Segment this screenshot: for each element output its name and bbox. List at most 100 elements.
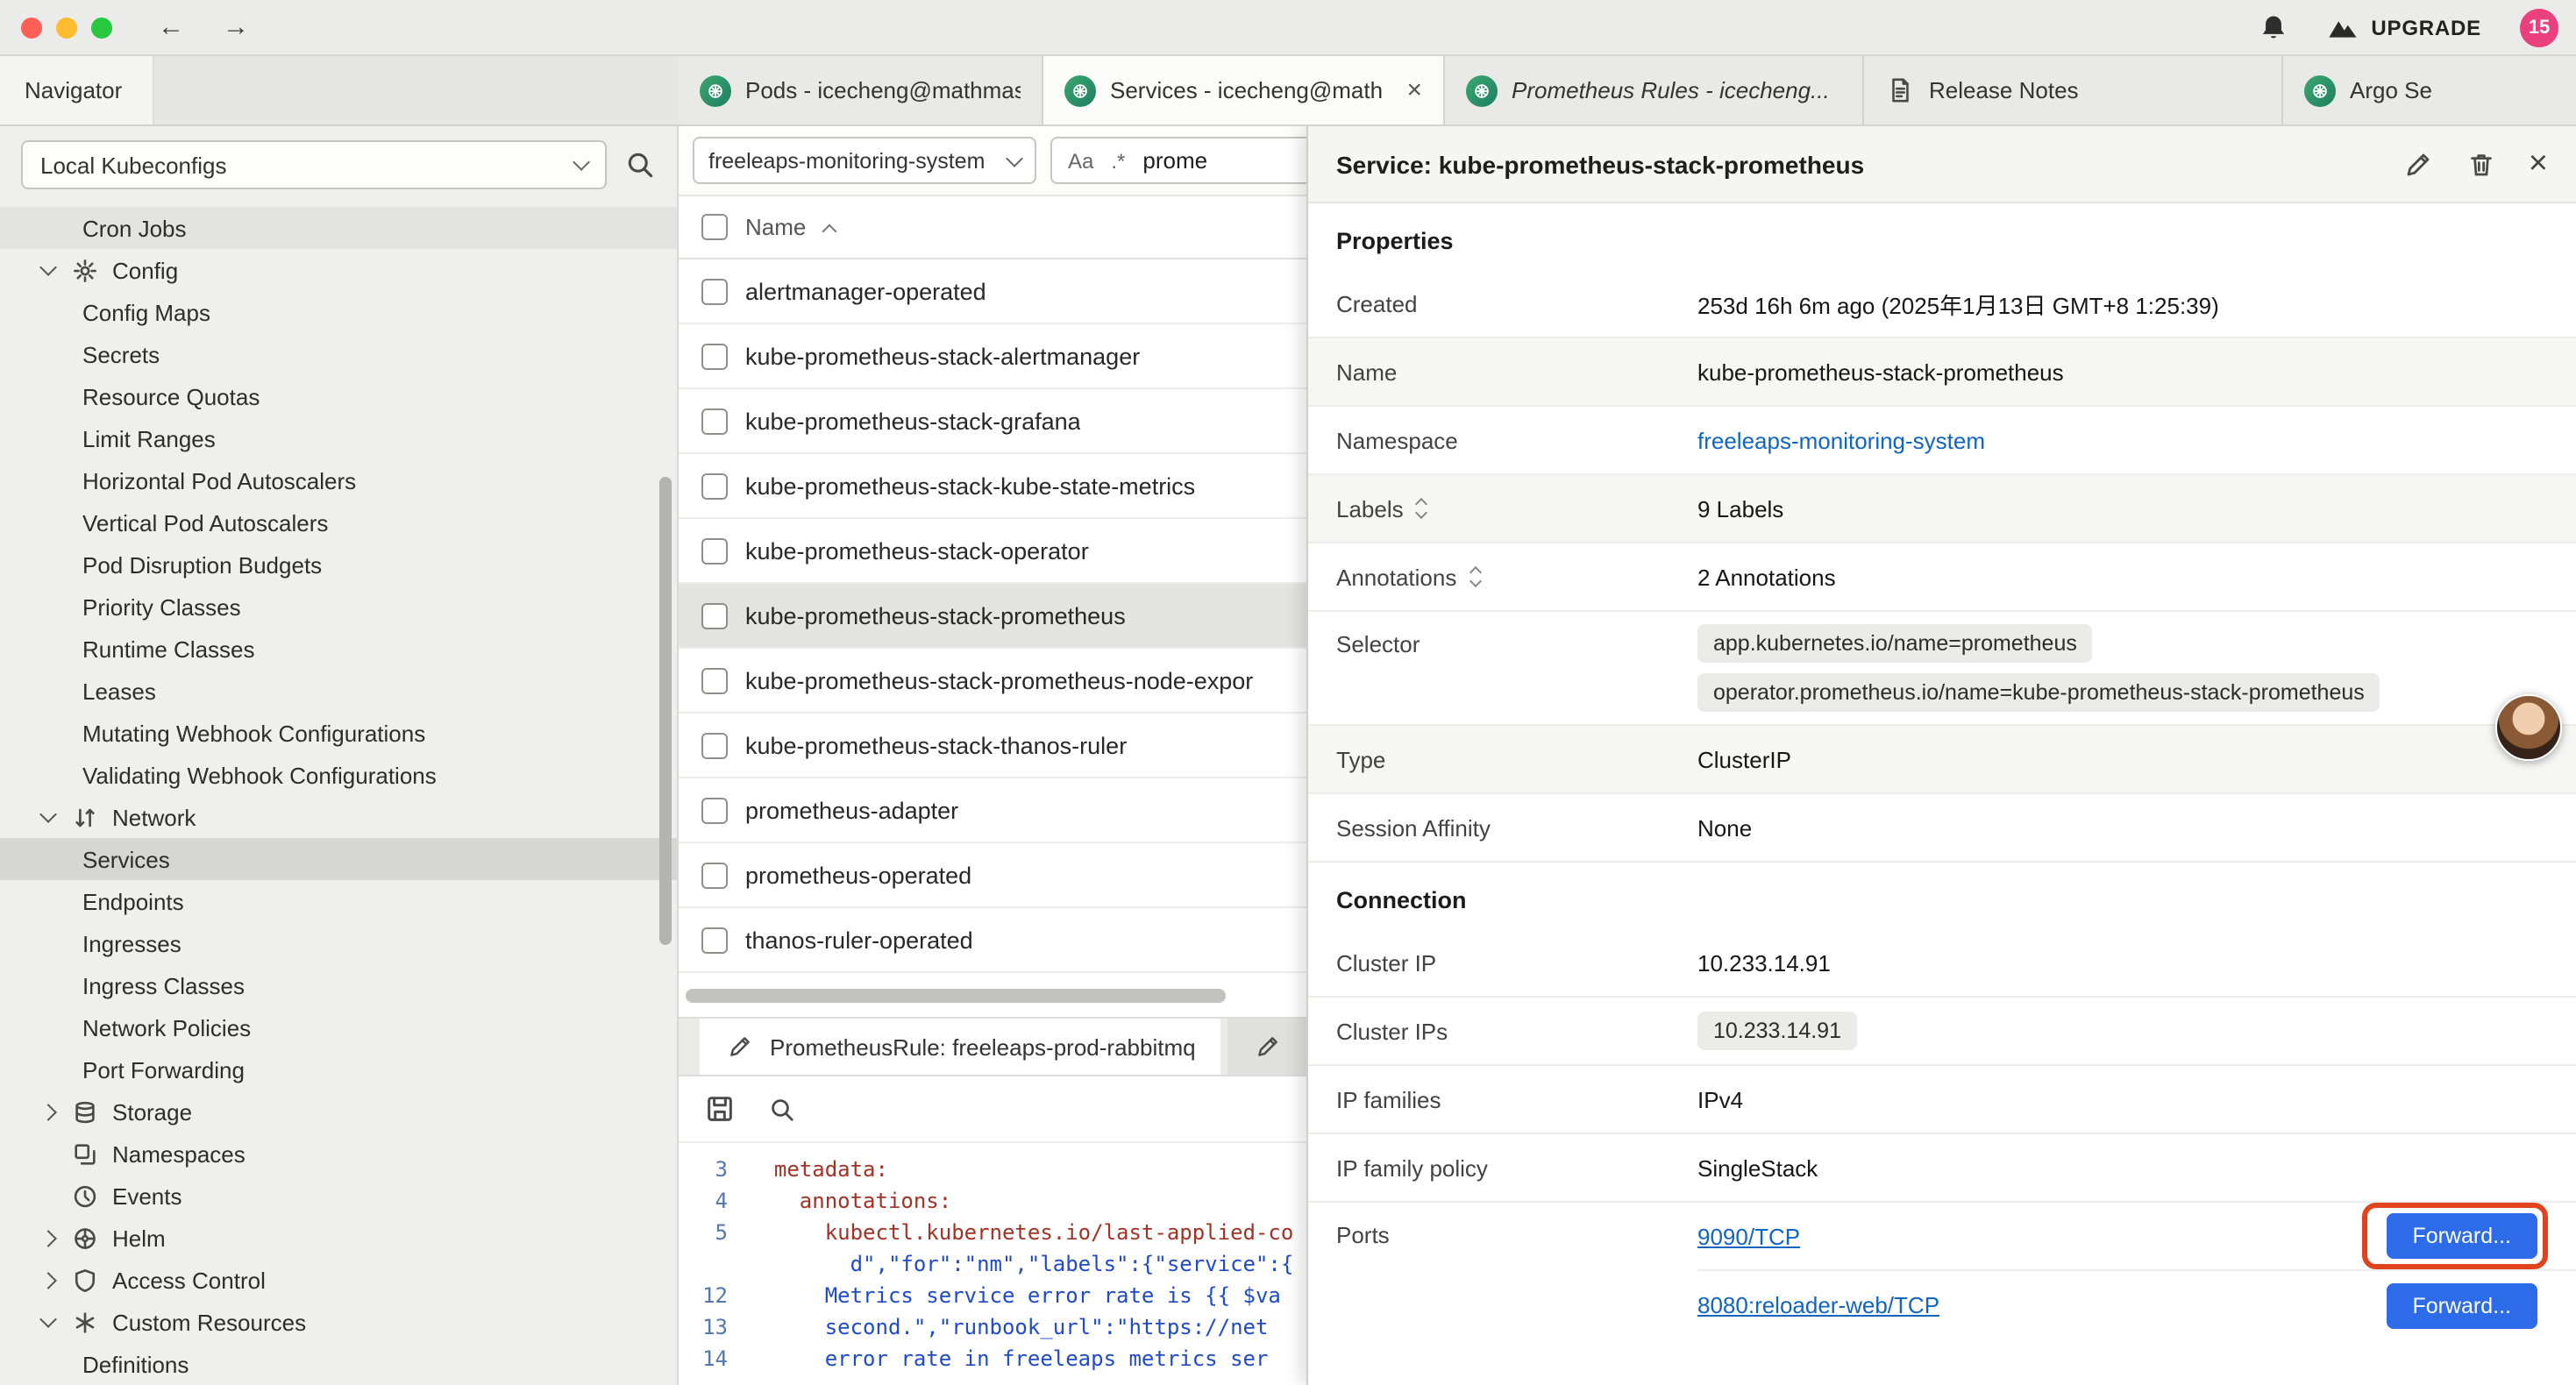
- helm-icon: [70, 1224, 98, 1252]
- cluster-ip-badge: 10.233.14.91: [1697, 1012, 1857, 1050]
- sidebar-item-events[interactable]: Events: [0, 1175, 677, 1217]
- labels-expander-icon[interactable]: [1418, 500, 1427, 517]
- sidebar-item-port-forwarding[interactable]: Port Forwarding: [0, 1048, 677, 1090]
- bell-icon[interactable]: [2257, 11, 2288, 43]
- sort-asc-icon[interactable]: [822, 224, 836, 238]
- trash-icon[interactable]: [2466, 148, 2497, 180]
- sidebar-item-endpoints[interactable]: Endpoints: [0, 880, 677, 922]
- sidebar-item-config[interactable]: Config: [0, 249, 677, 291]
- sidebar-item-mutating-webhook-configurations[interactable]: Mutating Webhook Configurations: [0, 712, 677, 754]
- forward-icon[interactable]: →: [223, 12, 249, 42]
- kubernetes-icon: [2304, 75, 2336, 106]
- tab-services[interactable]: Services - icecheng@math... ×: [1043, 56, 1445, 124]
- edit-icon[interactable]: [2402, 148, 2434, 180]
- namespace-select[interactable]: freeleaps-monitoring-system: [693, 137, 1036, 184]
- service-details-drawer: Service: kube-prometheus-stack-prometheu…: [1306, 126, 2576, 1385]
- drawer-title: Service: kube-prometheus-stack-prometheu…: [1336, 150, 2371, 178]
- row-checkbox[interactable]: [701, 343, 728, 369]
- section-heading: Properties: [1308, 203, 2576, 270]
- chevron-down-icon: [39, 806, 57, 823]
- row-checkbox[interactable]: [701, 927, 728, 953]
- minimize-window-button[interactable]: [56, 17, 77, 38]
- row-checkbox[interactable]: [701, 278, 728, 304]
- pencil-icon: [1252, 1031, 1284, 1062]
- editor-tab-prometheusrule[interactable]: PrometheusRule: freeleaps-prod-rabbitmq: [700, 1019, 1220, 1075]
- zoom-window-button[interactable]: [91, 17, 112, 38]
- sidebar-item-network[interactable]: Network: [0, 796, 677, 838]
- sidebar-item-cron-jobs[interactable]: Cron Jobs: [0, 207, 677, 249]
- tab-prometheus-rules[interactable]: Prometheus Rules - icecheng...: [1445, 56, 1864, 124]
- horizontal-scrollbar[interactable]: [686, 989, 1226, 1003]
- chevron-down-icon: [39, 259, 57, 276]
- sidebar-item-namespaces[interactable]: Namespaces: [0, 1133, 677, 1175]
- clock-icon: [70, 1182, 98, 1210]
- sidebar-item-runtime-classes[interactable]: Runtime Classes: [0, 628, 677, 670]
- drawer-row-ports: Ports 9090/TCP Forward... 8080:reloader-…: [1308, 1203, 2576, 1339]
- tab-pods[interactable]: Pods - icecheng@mathmas...: [679, 56, 1043, 124]
- storage-icon: [70, 1097, 98, 1126]
- sidebar-item-secrets[interactable]: Secrets: [0, 333, 677, 375]
- search-icon[interactable]: [624, 149, 656, 181]
- tab-release-notes[interactable]: Release Notes: [1864, 56, 2283, 124]
- sidebar-item-validating-webhook-configurations[interactable]: Validating Webhook Configurations: [0, 754, 677, 796]
- kubernetes-icon: [1466, 75, 1498, 106]
- sidebar-item-ingress-classes[interactable]: Ingress Classes: [0, 964, 677, 1006]
- sidebar-item-config-maps[interactable]: Config Maps: [0, 291, 677, 333]
- save-icon[interactable]: [703, 1093, 735, 1125]
- sidebar-item-services[interactable]: Services: [0, 838, 677, 880]
- sidebar-item-horizontal-pod-autoscalers[interactable]: Horizontal Pod Autoscalers: [0, 459, 677, 501]
- sidebar-item-ingresses[interactable]: Ingresses: [0, 922, 677, 964]
- row-checkbox[interactable]: [701, 732, 728, 758]
- row-checkbox[interactable]: [701, 537, 728, 564]
- sidebar-item-helm[interactable]: Helm: [0, 1217, 677, 1259]
- sidebar-item-definitions[interactable]: Definitions: [0, 1343, 677, 1385]
- kubeconfig-select[interactable]: Local Kubeconfigs: [21, 140, 607, 189]
- select-all-checkbox[interactable]: [701, 214, 728, 240]
- sidebar-item-leases[interactable]: Leases: [0, 670, 677, 712]
- column-name[interactable]: Name: [745, 214, 806, 240]
- screen: ← → UPGRADE 15 Navigator Pods - ic: [0, 0, 2576, 1385]
- search-query: prome: [1142, 147, 1207, 174]
- forward-button[interactable]: Forward...: [2386, 1213, 2537, 1259]
- sidebar-item-access-control[interactable]: Access Control: [0, 1259, 677, 1301]
- sidebar-item-storage[interactable]: Storage: [0, 1090, 677, 1133]
- back-icon[interactable]: ←: [158, 12, 184, 42]
- regex-toggle[interactable]: .*: [1111, 148, 1125, 173]
- sidebar-item-custom-resources[interactable]: Custom Resources: [0, 1301, 677, 1343]
- sidebar-item-vertical-pod-autoscalers[interactable]: Vertical Pod Autoscalers: [0, 501, 677, 543]
- row-checkbox[interactable]: [701, 862, 728, 888]
- row-checkbox[interactable]: [701, 408, 728, 434]
- custom-resources-icon: [70, 1308, 98, 1336]
- sidebar-item-limit-ranges[interactable]: Limit Ranges: [0, 417, 677, 459]
- row-checkbox[interactable]: [701, 472, 728, 499]
- namespace-link[interactable]: freeleaps-monitoring-system: [1697, 427, 1985, 453]
- sidebar-item-network-policies[interactable]: Network Policies: [0, 1006, 677, 1048]
- chevron-right-icon: [39, 1103, 57, 1120]
- row-checkbox[interactable]: [701, 797, 728, 823]
- drawer-row-name: Name kube-prometheus-stack-prometheus: [1308, 338, 2576, 407]
- upgrade-button[interactable]: UPGRADE: [2327, 11, 2481, 43]
- forward-button[interactable]: Forward...: [2386, 1282, 2537, 1328]
- kubernetes-icon: [700, 75, 731, 106]
- notification-badge[interactable]: 15: [2520, 8, 2558, 46]
- drawer-row-labels: Labels 9 Labels: [1308, 475, 2576, 543]
- port-link-8080[interactable]: 8080:reloader-web/TCP: [1697, 1292, 1939, 1318]
- sidebar-item-priority-classes[interactable]: Priority Classes: [0, 586, 677, 628]
- sidebar-scrollbar[interactable]: [659, 477, 672, 945]
- kubernetes-icon: [1064, 75, 1096, 106]
- search-icon[interactable]: [766, 1093, 798, 1125]
- sidebar-item-pod-disruption-budgets[interactable]: Pod Disruption Budgets: [0, 543, 677, 586]
- close-window-button[interactable]: [21, 17, 42, 38]
- tab-argo[interactable]: Argo Se: [2283, 56, 2576, 124]
- port-link-9090[interactable]: 9090/TCP: [1697, 1223, 1800, 1249]
- avatar[interactable]: [2495, 694, 2562, 761]
- match-case-toggle[interactable]: Aa: [1068, 148, 1093, 173]
- titlebar: ← → UPGRADE 15: [0, 0, 2576, 56]
- sidebar-item-resource-quotas[interactable]: Resource Quotas: [0, 375, 677, 417]
- row-checkbox[interactable]: [701, 667, 728, 693]
- close-icon[interactable]: ×: [2529, 147, 2548, 181]
- row-checkbox[interactable]: [701, 602, 728, 629]
- pencil-icon: [724, 1031, 756, 1062]
- annotations-expander-icon[interactable]: [1470, 568, 1479, 586]
- close-icon[interactable]: ×: [1396, 75, 1422, 105]
